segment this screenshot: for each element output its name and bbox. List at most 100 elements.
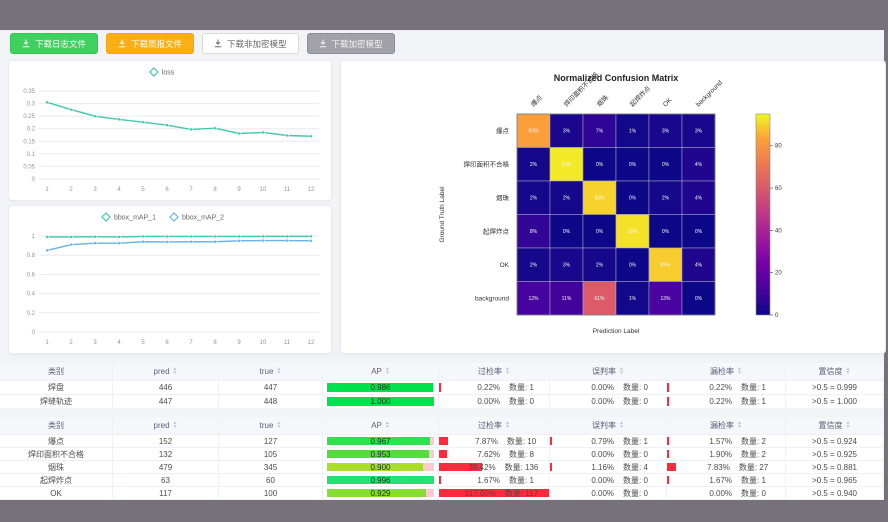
column-header-漏检率[interactable]: 漏检率▲▼ bbox=[667, 363, 786, 381]
rate-count: 数量: 4 bbox=[623, 462, 648, 473]
rate-bar bbox=[667, 450, 669, 458]
svg-text:5: 5 bbox=[141, 187, 145, 193]
column-header-置信度[interactable]: 置信度▲▼ bbox=[786, 417, 884, 435]
rate-count: 数量: 0 bbox=[623, 488, 648, 499]
sort-icon: ▲▼ bbox=[505, 368, 510, 375]
rate-count: 数量: 0 bbox=[623, 382, 648, 393]
pred-cell: 152 bbox=[113, 435, 219, 448]
confidence-cell: >0.5 = 0.999 bbox=[786, 381, 884, 395]
table-row: 焊盘4464470.9860.22%数量: 10.00%数量: 00.22%数量… bbox=[0, 381, 884, 395]
svg-text:0: 0 bbox=[32, 177, 36, 183]
rate-count: 数量: 1 bbox=[741, 475, 766, 486]
rate-percent: 1.57% bbox=[686, 437, 732, 446]
svg-text:bbox_mAP_1: bbox_mAP_1 bbox=[114, 215, 156, 222]
rate-count: 数量: 0 bbox=[623, 396, 648, 407]
svg-text:4: 4 bbox=[117, 340, 121, 346]
misjudge-cell: 0.00%数量: 0 bbox=[550, 474, 667, 487]
column-header-类别: 类别 bbox=[0, 363, 113, 381]
loss-chart-card: loss00.050.10.150.20.250.30.351234567891… bbox=[8, 60, 332, 201]
rate-percent: 7.62% bbox=[454, 450, 500, 459]
rate-count: 数量: 1 bbox=[509, 382, 534, 393]
rate-percent: 0.00% bbox=[568, 383, 614, 392]
miss-cell: 1.90%数量: 2 bbox=[667, 448, 786, 461]
sort-icon: ▲▼ bbox=[385, 422, 390, 429]
download-plain-model-button[interactable]: 下载非加密模型 bbox=[202, 33, 299, 54]
ap-value: 0.967 bbox=[370, 437, 390, 446]
confidence-cell: >0.5 = 0.881 bbox=[786, 461, 884, 474]
pred-cell: 447 bbox=[113, 395, 219, 409]
sort-icon: ▲▼ bbox=[173, 422, 178, 429]
svg-text:0%: 0% bbox=[629, 263, 637, 269]
rate-percent: 0.22% bbox=[686, 383, 732, 392]
pred-cell: 63 bbox=[113, 474, 219, 487]
column-header-AP[interactable]: AP▲▼ bbox=[323, 417, 439, 435]
legend-item[interactable]: bbox_mAP_2 bbox=[170, 213, 224, 222]
rate-percent: 7.83% bbox=[684, 463, 730, 472]
svg-text:0%: 0% bbox=[629, 196, 637, 202]
svg-text:12: 12 bbox=[308, 340, 315, 346]
svg-text:11%: 11% bbox=[562, 296, 572, 302]
svg-text:1%: 1% bbox=[629, 129, 637, 135]
rate-bar bbox=[439, 450, 447, 458]
column-header-label: 漏检率 bbox=[710, 366, 734, 377]
column-header-label: 过检率 bbox=[478, 366, 502, 377]
rate-percent: 1.67% bbox=[686, 476, 732, 485]
svg-text:9: 9 bbox=[237, 187, 241, 193]
svg-text:2%: 2% bbox=[596, 263, 604, 269]
rate-count: 数量: 2 bbox=[741, 436, 766, 447]
cm-title: Normalized Confusion Matrix bbox=[554, 73, 679, 83]
svg-text:93%: 93% bbox=[561, 162, 572, 168]
rate-percent: 0.22% bbox=[686, 397, 732, 406]
rate-percent: 0.00% bbox=[568, 489, 614, 498]
column-header-AP[interactable]: AP▲▼ bbox=[323, 363, 439, 381]
column-header-true[interactable]: true▲▼ bbox=[219, 417, 323, 435]
miss-cell: 0.00%数量: 0 bbox=[667, 487, 786, 500]
column-header-pred[interactable]: pred▲▼ bbox=[113, 417, 219, 435]
column-header-误判率[interactable]: 误判率▲▼ bbox=[550, 417, 667, 435]
rate-percent: 0.00% bbox=[568, 397, 614, 406]
pred-cell: 132 bbox=[113, 448, 219, 461]
legend-item[interactable]: loss bbox=[150, 68, 175, 77]
download-log-button[interactable]: 下载日志文件 bbox=[10, 33, 98, 54]
download-icon bbox=[118, 39, 126, 48]
class-cell: 焊盘 bbox=[0, 381, 113, 395]
rate-count: 数量: 8 bbox=[509, 449, 534, 460]
rate-percent: 1.67% bbox=[454, 476, 500, 485]
table-row: 烟珠4793450.90039.42%数量: 1361.16%数量: 47.83… bbox=[0, 461, 884, 474]
column-header-pred[interactable]: pred▲▼ bbox=[113, 363, 219, 381]
svg-text:0.2: 0.2 bbox=[27, 311, 36, 317]
ap-cell: 1.000 bbox=[323, 395, 439, 409]
column-header-漏检率[interactable]: 漏检率▲▼ bbox=[667, 417, 786, 435]
svg-text:9: 9 bbox=[237, 340, 241, 346]
pred-cell: 446 bbox=[113, 381, 219, 395]
ap-cell: 0.929 bbox=[323, 487, 439, 500]
ap-value: 0.996 bbox=[370, 476, 390, 485]
rate-bar bbox=[439, 383, 441, 392]
svg-text:4%: 4% bbox=[695, 263, 703, 269]
download-icon bbox=[214, 39, 222, 48]
rate-percent: 39.42% bbox=[450, 463, 496, 472]
class-cell: 焊印面积不合格 bbox=[0, 448, 113, 461]
confidence-cell: >0.5 = 0.924 bbox=[786, 435, 884, 448]
legend-item[interactable]: bbox_mAP_1 bbox=[102, 213, 156, 222]
true-cell: 105 bbox=[219, 448, 323, 461]
column-header-过检率[interactable]: 过检率▲▼ bbox=[439, 417, 550, 435]
misjudge-cell: 1.16%数量: 4 bbox=[550, 461, 667, 474]
column-header-true[interactable]: true▲▼ bbox=[219, 363, 323, 381]
svg-text:0%: 0% bbox=[563, 229, 571, 235]
overdetect-cell: 1.67% 数量: 1 bbox=[439, 474, 550, 487]
column-header-误判率[interactable]: 误判率▲▼ bbox=[550, 363, 667, 381]
metrics-tables: 类别pred▲▼true▲▼AP▲▼过检率▲▼误判率▲▼漏检率▲▼置信度▲▼焊盘… bbox=[0, 363, 884, 500]
rate-percent: 0.00% bbox=[568, 450, 614, 459]
svg-text:bbox_mAP_2: bbox_mAP_2 bbox=[182, 215, 224, 222]
misjudge-cell: 0.00% 数量: 0 bbox=[550, 381, 667, 395]
rate-count: 数量: 1 bbox=[509, 475, 534, 486]
download-encrypted-model-button[interactable]: 下载加密模型 bbox=[307, 33, 395, 54]
column-header-过检率[interactable]: 过检率▲▼ bbox=[439, 363, 550, 381]
column-header-置信度[interactable]: 置信度▲▼ bbox=[786, 363, 884, 381]
column-header-label: 过检率 bbox=[478, 420, 502, 431]
svg-text:0.25: 0.25 bbox=[23, 114, 35, 120]
svg-text:焊印面积不合格: 焊印面积不合格 bbox=[464, 159, 510, 168]
download-report-button[interactable]: 下载简报文件 bbox=[106, 33, 194, 54]
download-icon bbox=[22, 39, 30, 48]
